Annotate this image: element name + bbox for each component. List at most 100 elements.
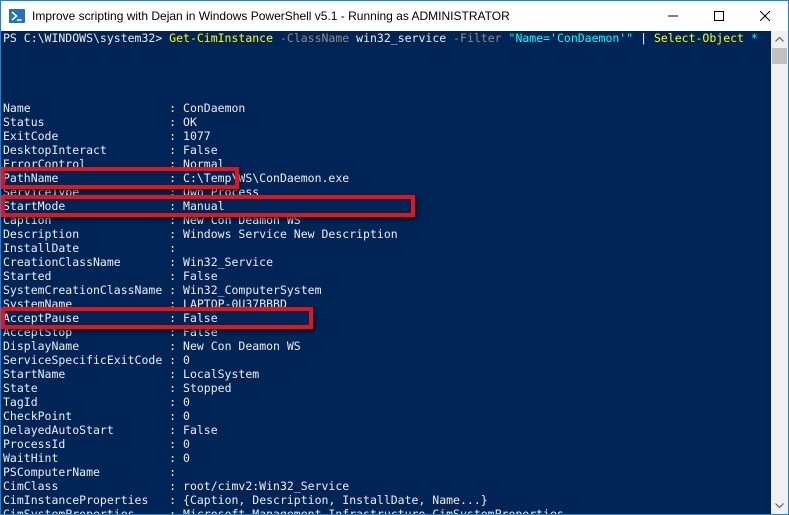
property-name: ProcessId bbox=[3, 437, 66, 451]
minimize-button[interactable] bbox=[650, 1, 696, 31]
property-value: False bbox=[183, 325, 218, 339]
property-value: {Caption, Description, InstallDate, Name… bbox=[183, 493, 488, 507]
property-name: PSComputerName bbox=[3, 465, 100, 479]
property-value: Manual bbox=[183, 199, 225, 213]
scroll-down-arrow-icon bbox=[775, 503, 784, 508]
property-separator: : bbox=[162, 353, 184, 367]
property-line: TagId : 0 bbox=[3, 395, 771, 409]
property-name: DelayedAutoStart bbox=[3, 423, 114, 437]
property-separator: : bbox=[72, 325, 184, 339]
property-separator: : bbox=[72, 297, 184, 311]
property-line: ServiceType : Own Process bbox=[3, 185, 771, 199]
property-value: False bbox=[183, 269, 218, 283]
property-separator: : bbox=[86, 157, 184, 171]
property-line: CimSystemProperties : Microsoft.Manageme… bbox=[3, 507, 771, 514]
property-name: InstallDate bbox=[3, 241, 80, 255]
property-separator: : bbox=[106, 143, 184, 157]
title-bar[interactable]: Improve scripting with Dejan in Windows … bbox=[1, 1, 788, 31]
scroll-up-button[interactable] bbox=[771, 31, 788, 48]
property-value: OK bbox=[183, 115, 197, 129]
argument-wildcard: * bbox=[750, 31, 758, 45]
property-separator: : bbox=[148, 493, 184, 507]
property-value: Own Process bbox=[183, 185, 260, 199]
property-list: Name : ConDaemon Status : OK ExitCode : 10… bbox=[3, 101, 771, 514]
scrollbar-thumb[interactable] bbox=[772, 48, 787, 64]
close-icon bbox=[760, 11, 770, 21]
property-value: Stopped bbox=[183, 381, 232, 395]
property-name: DisplayName bbox=[3, 339, 80, 353]
console-output[interactable]: PS C:\WINDOWS\system32> Get-CimInstance … bbox=[1, 31, 771, 514]
property-value: 0 bbox=[183, 451, 190, 465]
window-title: Improve scripting with Dejan in Windows … bbox=[32, 9, 510, 23]
parameter-filter: -Filter bbox=[453, 31, 502, 45]
powershell-icon bbox=[9, 8, 25, 24]
property-line: InstallDate : bbox=[3, 241, 771, 255]
property-separator: : bbox=[58, 171, 184, 185]
property-value: 0 bbox=[183, 437, 190, 451]
scroll-up-arrow-icon bbox=[775, 37, 784, 42]
property-name: SystemCreationClassName bbox=[3, 283, 163, 297]
close-button[interactable] bbox=[742, 1, 788, 31]
property-value: Microsoft.Management.Infrastructure.CimS… bbox=[183, 507, 564, 514]
property-name: Description bbox=[3, 227, 80, 241]
property-line: CimClass : root/cimv2:Win32_Service bbox=[3, 479, 771, 493]
property-value: Windows Service New Description bbox=[183, 227, 398, 241]
vertical-scrollbar[interactable] bbox=[771, 31, 788, 514]
parameter-classname: -ClassName bbox=[279, 31, 350, 45]
property-separator: : bbox=[51, 213, 184, 227]
argument-filter: "Name='ConDaemon'" bbox=[508, 31, 634, 45]
property-line: WaitHint : 0 bbox=[3, 451, 771, 465]
minimize-icon bbox=[668, 15, 678, 17]
property-line: AcceptPause : False bbox=[3, 311, 771, 325]
cmdlet-select-object: Select-Object bbox=[653, 31, 744, 45]
property-separator: : bbox=[79, 185, 184, 199]
property-name: State bbox=[3, 381, 38, 395]
scroll-down-button[interactable] bbox=[771, 497, 788, 514]
property-line: DisplayName : New Con Deamon WS bbox=[3, 339, 771, 353]
property-separator: : bbox=[113, 423, 184, 437]
property-value: False bbox=[183, 423, 218, 437]
property-value: LocalSystem bbox=[183, 367, 260, 381]
property-line: PathName : C:\Temp\WS\ConDaemon.exe bbox=[3, 171, 771, 185]
property-line: DelayedAutoStart : False bbox=[3, 423, 771, 437]
property-name: ExitCode bbox=[3, 129, 59, 143]
property-separator: : bbox=[58, 129, 184, 143]
property-value: 0 bbox=[183, 353, 190, 367]
property-name: CheckPoint bbox=[3, 409, 73, 423]
property-separator: : bbox=[72, 409, 184, 423]
property-line: SystemCreationClassName : Win32_Computer… bbox=[3, 283, 771, 297]
property-line: StartMode : Manual bbox=[3, 199, 771, 213]
property-name: WaitHint bbox=[3, 451, 59, 465]
property-line: StartName : LocalSystem bbox=[3, 367, 771, 381]
property-line: State : Stopped bbox=[3, 381, 771, 395]
property-separator: : bbox=[44, 115, 184, 129]
property-line: CreationClassName : Win32_Service bbox=[3, 255, 771, 269]
property-name: CimInstanceProperties bbox=[3, 493, 149, 507]
property-line: Started : False bbox=[3, 269, 771, 283]
property-line: ServiceSpecificExitCode : 0 bbox=[3, 353, 771, 367]
property-line: Status : OK bbox=[3, 115, 771, 129]
property-name: SystemName bbox=[3, 297, 73, 311]
property-line: Description : Windows Service New Descri… bbox=[3, 227, 771, 241]
property-line: AcceptStop : False bbox=[3, 325, 771, 339]
property-name: Started bbox=[3, 269, 52, 283]
property-separator: : bbox=[37, 395, 184, 409]
property-separator: : bbox=[58, 451, 184, 465]
property-name: PathName bbox=[3, 171, 59, 185]
property-name: ServiceSpecificExitCode bbox=[3, 353, 163, 367]
property-separator: : bbox=[30, 101, 184, 115]
property-name: ErrorControl bbox=[3, 157, 87, 171]
property-value: C:\Temp\WS\ConDaemon.exe bbox=[183, 171, 350, 185]
property-line: DesktopInteract : False bbox=[3, 143, 771, 157]
maximize-button[interactable] bbox=[696, 1, 742, 31]
powershell-window: Improve scripting with Dejan in Windows … bbox=[0, 0, 789, 515]
property-separator: : bbox=[79, 227, 184, 241]
property-value: False bbox=[183, 311, 218, 325]
property-line: CimInstanceProperties : {Caption, Descri… bbox=[3, 493, 771, 507]
property-value: root/cimv2:Win32_Service bbox=[183, 479, 350, 493]
property-line: CheckPoint : 0 bbox=[3, 409, 771, 423]
property-name: ServiceType bbox=[3, 185, 80, 199]
property-value: LAPTOP-0U37BBBD bbox=[183, 297, 287, 311]
property-line: ExitCode : 1077 bbox=[3, 129, 771, 143]
